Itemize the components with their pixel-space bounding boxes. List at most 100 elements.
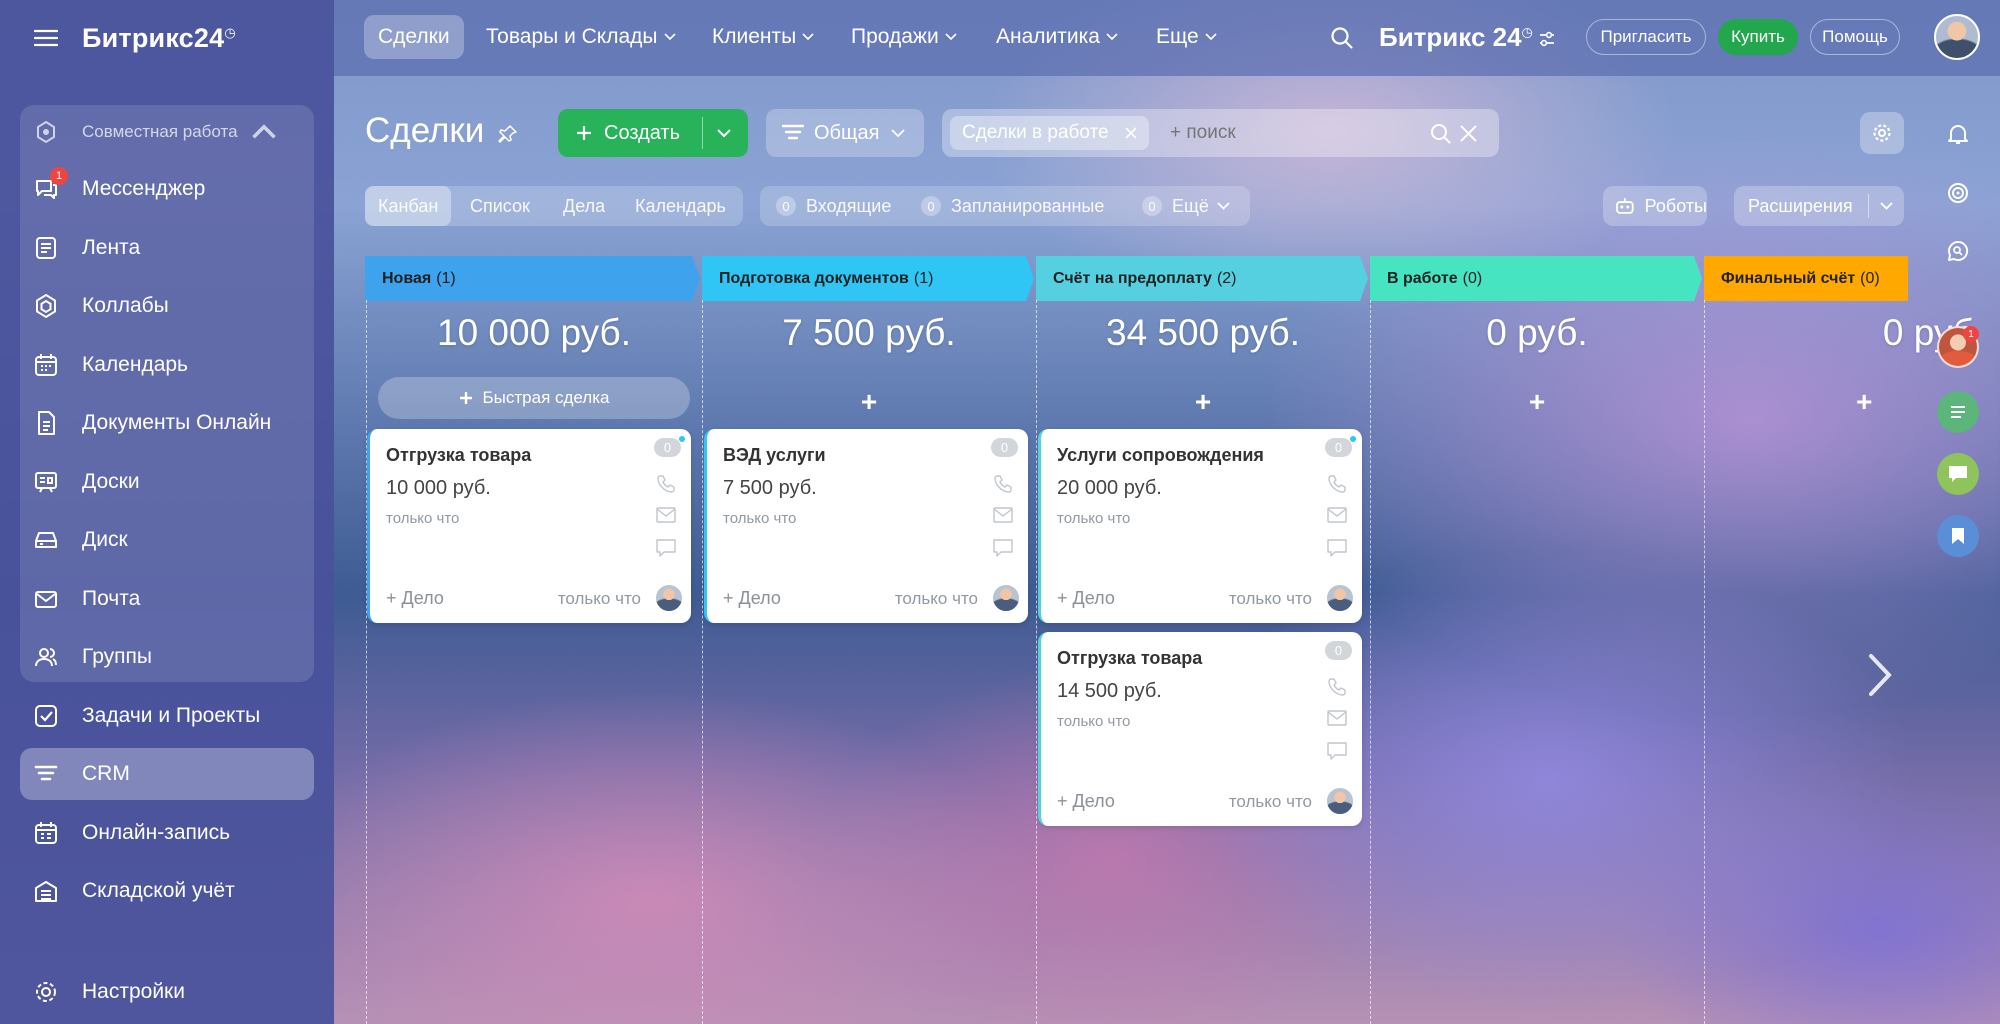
counter-incoming[interactable]: 0 Входящие — [763, 186, 904, 226]
responsible-avatar[interactable] — [1326, 584, 1354, 612]
sidebar-item-settings[interactable]: Настройки — [20, 966, 314, 1018]
add-activity-link[interactable]: + Дело — [1057, 791, 1115, 812]
deal-card[interactable]: Услуги сопровождения 20 000 руб. только … — [1038, 429, 1362, 623]
add-activity-link[interactable]: + Дело — [723, 588, 781, 609]
chat-icon[interactable] — [993, 539, 1013, 557]
responsible-avatar[interactable] — [1326, 787, 1354, 815]
view-tab-list[interactable]: Список — [457, 186, 543, 226]
phone-icon[interactable] — [993, 474, 1013, 494]
phone-icon[interactable] — [656, 474, 676, 494]
sidebar-item-tasks[interactable]: Задачи и Проекты — [20, 690, 314, 742]
search-input[interactable] — [1170, 119, 1370, 147]
phone-icon[interactable] — [1327, 677, 1347, 697]
tab-analytics[interactable]: Аналитика — [982, 15, 1132, 59]
sidebar-item-label: Мессенджер — [82, 177, 206, 200]
copilot-button[interactable] — [1937, 172, 1979, 214]
search-icon[interactable] — [1330, 26, 1354, 50]
deal-card[interactable]: ВЭД услуги 7 500 руб. только что 0 + Дел… — [704, 429, 1028, 623]
mail-icon[interactable] — [1327, 507, 1347, 523]
sidebar-item-messenger[interactable]: 1 Мессенджер — [20, 163, 314, 215]
stage-header-final[interactable]: Финальный счёт (0) — [1704, 256, 1880, 301]
add-activity-link[interactable]: + Дело — [1057, 588, 1115, 609]
mail-icon[interactable] — [993, 507, 1013, 523]
chat-icon[interactable] — [656, 539, 676, 557]
contact-avatar[interactable]: 1 — [1937, 326, 1979, 368]
scroll-right-arrow-icon[interactable] — [1866, 652, 1894, 698]
activity-counter: 0 — [1325, 438, 1352, 457]
sidebar-item-docs-online[interactable]: Документы Онлайн — [20, 397, 314, 449]
counter-more[interactable]: 0 Ещё — [1129, 186, 1243, 226]
view-tab-calendar[interactable]: Календарь — [622, 186, 739, 226]
extensions-button[interactable]: Расширения — [1734, 186, 1904, 226]
robots-button[interactable]: Роботы — [1603, 186, 1707, 226]
view-tab-activities[interactable]: Дела — [550, 186, 618, 226]
sidebar-item-collabs[interactable]: Коллабы — [20, 280, 314, 332]
sidebar-item-booking[interactable]: Онлайн-запись — [20, 807, 314, 859]
pin-icon[interactable] — [498, 124, 518, 144]
tab-products-warehouses[interactable]: Товары и Склады — [472, 15, 690, 59]
invite-button[interactable]: Пригласить — [1586, 19, 1706, 55]
notifications-button[interactable] — [1937, 113, 1979, 155]
tab-deals[interactable]: Сделки — [364, 15, 464, 59]
bitrix24-brand[interactable]: Битрикс 24◷ — [1379, 22, 1533, 53]
hamburger-menu-icon[interactable] — [34, 28, 58, 48]
sidebar-item-groups[interactable]: Группы — [20, 631, 314, 683]
sidebar-item-disk[interactable]: Диск — [20, 514, 314, 566]
mail-icon[interactable] — [1327, 710, 1347, 726]
close-icon[interactable] — [1125, 127, 1137, 139]
deal-card[interactable]: Отгрузка товара 10 000 руб. только что 0… — [367, 429, 691, 623]
sidebar-group-header[interactable]: Совместная работа — [20, 106, 314, 158]
chat-icon[interactable] — [1327, 539, 1347, 557]
counter-planned[interactable]: 0 Запланированные — [908, 186, 1117, 226]
stage-header-new[interactable]: Новая (1) — [365, 256, 456, 301]
right-chat-button[interactable] — [1937, 453, 1979, 495]
sidebar-item-boards[interactable]: Доски — [20, 456, 314, 508]
stage-header-in-work[interactable]: В работе (0) — [1370, 256, 1482, 301]
calendar-icon — [35, 354, 57, 376]
category-select[interactable]: Общая — [766, 109, 924, 157]
buy-button[interactable]: Купить — [1718, 19, 1798, 55]
add-deal-plus[interactable]: + — [1036, 386, 1370, 418]
search-icon[interactable] — [1430, 123, 1452, 145]
chevron-down-icon[interactable] — [716, 128, 732, 138]
tab-clients[interactable]: Клиенты — [698, 15, 828, 59]
deal-title[interactable]: Услуги сопровождения — [1057, 445, 1264, 466]
right-bookmark-button[interactable] — [1937, 515, 1979, 557]
sidebar-item-crm[interactable]: CRM — [20, 748, 314, 800]
search-chat-button[interactable] — [1937, 230, 1979, 272]
phone-icon[interactable] — [1327, 474, 1347, 494]
filter-search-bar[interactable]: Сделки в работе — [942, 109, 1499, 157]
right-app-button[interactable] — [1937, 391, 1979, 433]
clear-icon[interactable] — [1460, 125, 1477, 142]
sidebar-item-mail[interactable]: Почта — [20, 573, 314, 625]
sidebar-item-warehouse[interactable]: Складской учёт — [20, 865, 314, 917]
create-button[interactable]: Создать — [558, 109, 748, 157]
quick-deal-button[interactable]: Быстрая сделка — [378, 377, 690, 419]
deal-title[interactable]: ВЭД услуги — [723, 445, 826, 466]
sidebar-item-calendar[interactable]: Календарь — [20, 339, 314, 391]
bitrix24-logo[interactable]: Битрикс24◷ — [82, 23, 236, 54]
view-tab-kanban[interactable]: Канбан — [365, 186, 452, 226]
sliders-icon[interactable] — [1538, 30, 1556, 48]
add-activity-link[interactable]: + Дело — [386, 588, 444, 609]
mail-icon[interactable] — [656, 507, 676, 523]
add-deal-plus[interactable]: + — [1370, 386, 1704, 418]
filter-chip[interactable]: Сделки в работе — [950, 116, 1149, 150]
responsible-avatar[interactable] — [992, 584, 1020, 612]
sidebar-item-feed[interactable]: Лента — [20, 222, 314, 274]
deal-card[interactable]: Отгрузка товара 14 500 руб. только что 0… — [1038, 632, 1362, 826]
stage-header-documents[interactable]: Подготовка документов (1) — [702, 256, 933, 301]
stage-sum: 34 500 руб. — [1106, 312, 1300, 353]
chat-icon[interactable] — [1327, 742, 1347, 760]
stage-header-prepayment[interactable]: Счёт на предоплату (2) — [1036, 256, 1237, 301]
add-deal-plus[interactable]: + — [702, 386, 1036, 418]
tab-more[interactable]: Еще — [1142, 15, 1231, 59]
user-avatar[interactable] — [1934, 14, 1980, 60]
settings-button[interactable] — [1860, 112, 1904, 154]
tab-sales[interactable]: Продажи — [837, 15, 971, 59]
deal-title[interactable]: Отгрузка товара — [1057, 648, 1202, 669]
category-label: Общая — [814, 121, 880, 144]
responsible-avatar[interactable] — [655, 584, 683, 612]
help-button[interactable]: Помощь — [1810, 19, 1900, 55]
deal-title[interactable]: Отгрузка товара — [386, 445, 531, 466]
